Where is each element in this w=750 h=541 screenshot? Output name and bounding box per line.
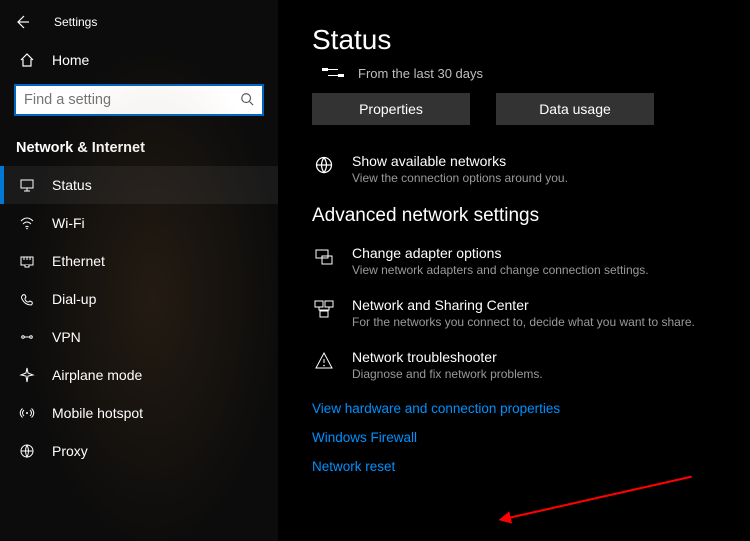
entry-title: Network troubleshooter [352,349,543,365]
sidebar-item-vpn[interactable]: VPN [0,318,278,356]
search-input[interactable] [24,92,240,108]
sidebar-item-home[interactable]: Home [0,42,278,78]
button-row: Properties Data usage [312,93,722,125]
section-header: Network & Internet [0,126,278,166]
sidebar-item-proxy[interactable]: Proxy [0,432,278,470]
vpn-icon [18,329,36,345]
nav-label: Proxy [52,443,88,459]
troubleshooter-entry[interactable]: Network troubleshooter Diagnose and fix … [312,349,722,381]
globe-icon [312,153,336,185]
sidebar-item-status[interactable]: Status [0,166,278,204]
wifi-icon [18,215,36,231]
entry-subtitle: Diagnose and fix network problems. [352,367,543,381]
nav-label: Mobile hotspot [52,405,143,421]
link-windows-firewall[interactable]: Windows Firewall [312,430,722,445]
entry-title: Network and Sharing Center [352,297,695,313]
page-title: Status [312,24,722,56]
warning-icon [312,349,336,381]
nav-label: Airplane mode [52,367,142,383]
dialup-icon [18,291,36,307]
entry-subtitle: For the networks you connect to, decide … [352,315,695,329]
sidebar-item-dialup[interactable]: Dial-up [0,280,278,318]
advanced-heading: Advanced network settings [312,205,722,227]
airplane-icon [18,367,36,383]
entry-title: Change adapter options [352,245,649,261]
arrow-left-icon [14,14,30,30]
home-label: Home [52,52,89,68]
entry-subtitle: View the connection options around you. [352,171,568,185]
nav-label: Ethernet [52,253,105,269]
nav-label: Status [52,177,92,193]
entry-subtitle: View network adapters and change connect… [352,263,649,277]
sharing-icon [312,297,336,329]
proxy-icon [18,443,36,459]
titlebar: Settings [0,0,278,42]
search-container [0,78,278,126]
main-content: Status From the last 30 days Properties … [278,0,750,541]
hotspot-icon [18,405,36,421]
entry-title: Show available networks [352,153,568,169]
nav-label: VPN [52,329,81,345]
back-button[interactable] [8,8,36,36]
sidebar-item-airplane[interactable]: Airplane mode [0,356,278,394]
timeline-icon [322,66,344,81]
link-hardware-properties[interactable]: View hardware and connection properties [312,401,722,416]
nav-label: Dial-up [52,291,96,307]
sharing-center-entry[interactable]: Network and Sharing Center For the netwo… [312,297,722,329]
sidebar-item-wifi[interactable]: Wi-Fi [0,204,278,242]
timeline-text: From the last 30 days [358,66,483,81]
nav-list: Status Wi-Fi Ethernet Dial-up VPN Airpla… [0,166,278,470]
link-network-reset[interactable]: Network reset [312,459,722,474]
show-networks-entry[interactable]: Show available networks View the connect… [312,153,722,185]
search-box[interactable] [14,84,264,116]
status-icon [18,177,36,193]
sidebar-item-ethernet[interactable]: Ethernet [0,242,278,280]
adapter-icon [312,245,336,277]
nav-label: Wi-Fi [52,215,85,231]
timeline-row: From the last 30 days [322,66,722,81]
data-usage-button[interactable]: Data usage [496,93,654,125]
sidebar-item-hotspot[interactable]: Mobile hotspot [0,394,278,432]
search-icon [240,92,254,109]
home-icon [18,52,36,68]
sidebar: Settings Home Network & Internet Status [0,0,278,541]
ethernet-icon [18,253,36,269]
properties-button[interactable]: Properties [312,93,470,125]
adapter-options-entry[interactable]: Change adapter options View network adap… [312,245,722,277]
app-title: Settings [54,15,97,29]
